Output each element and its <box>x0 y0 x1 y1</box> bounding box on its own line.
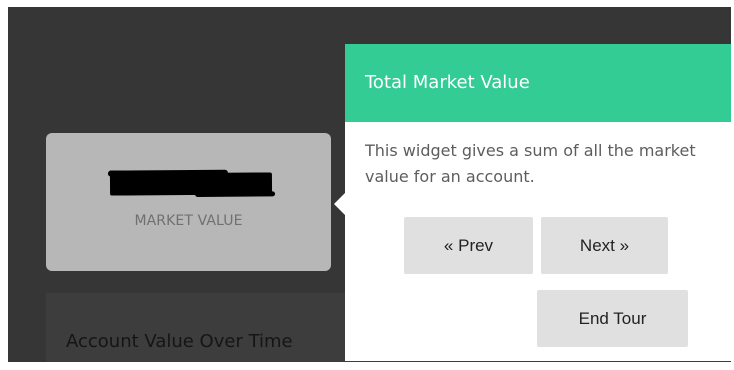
panel-title: Account Value Over Time <box>66 331 293 352</box>
tour-popover: Total Market Value This widget gives a s… <box>345 44 731 361</box>
end-tour-button[interactable]: End Tour <box>537 290 688 347</box>
prev-button[interactable]: « Prev <box>404 217 533 274</box>
next-button[interactable]: Next » <box>541 217 668 274</box>
tour-title: Total Market Value <box>365 72 530 93</box>
redacted-value <box>109 172 273 196</box>
popover-arrow <box>334 193 345 215</box>
tour-popover-header: Total Market Value <box>345 44 731 122</box>
widget-caption: MARKET VALUE <box>134 213 243 229</box>
tour-description: This widget gives a sum of all the marke… <box>365 141 696 186</box>
page-overlay: MARKET VALUE Account Value Over Time Tot… <box>8 7 731 362</box>
market-value-widget: MARKET VALUE <box>46 133 331 271</box>
